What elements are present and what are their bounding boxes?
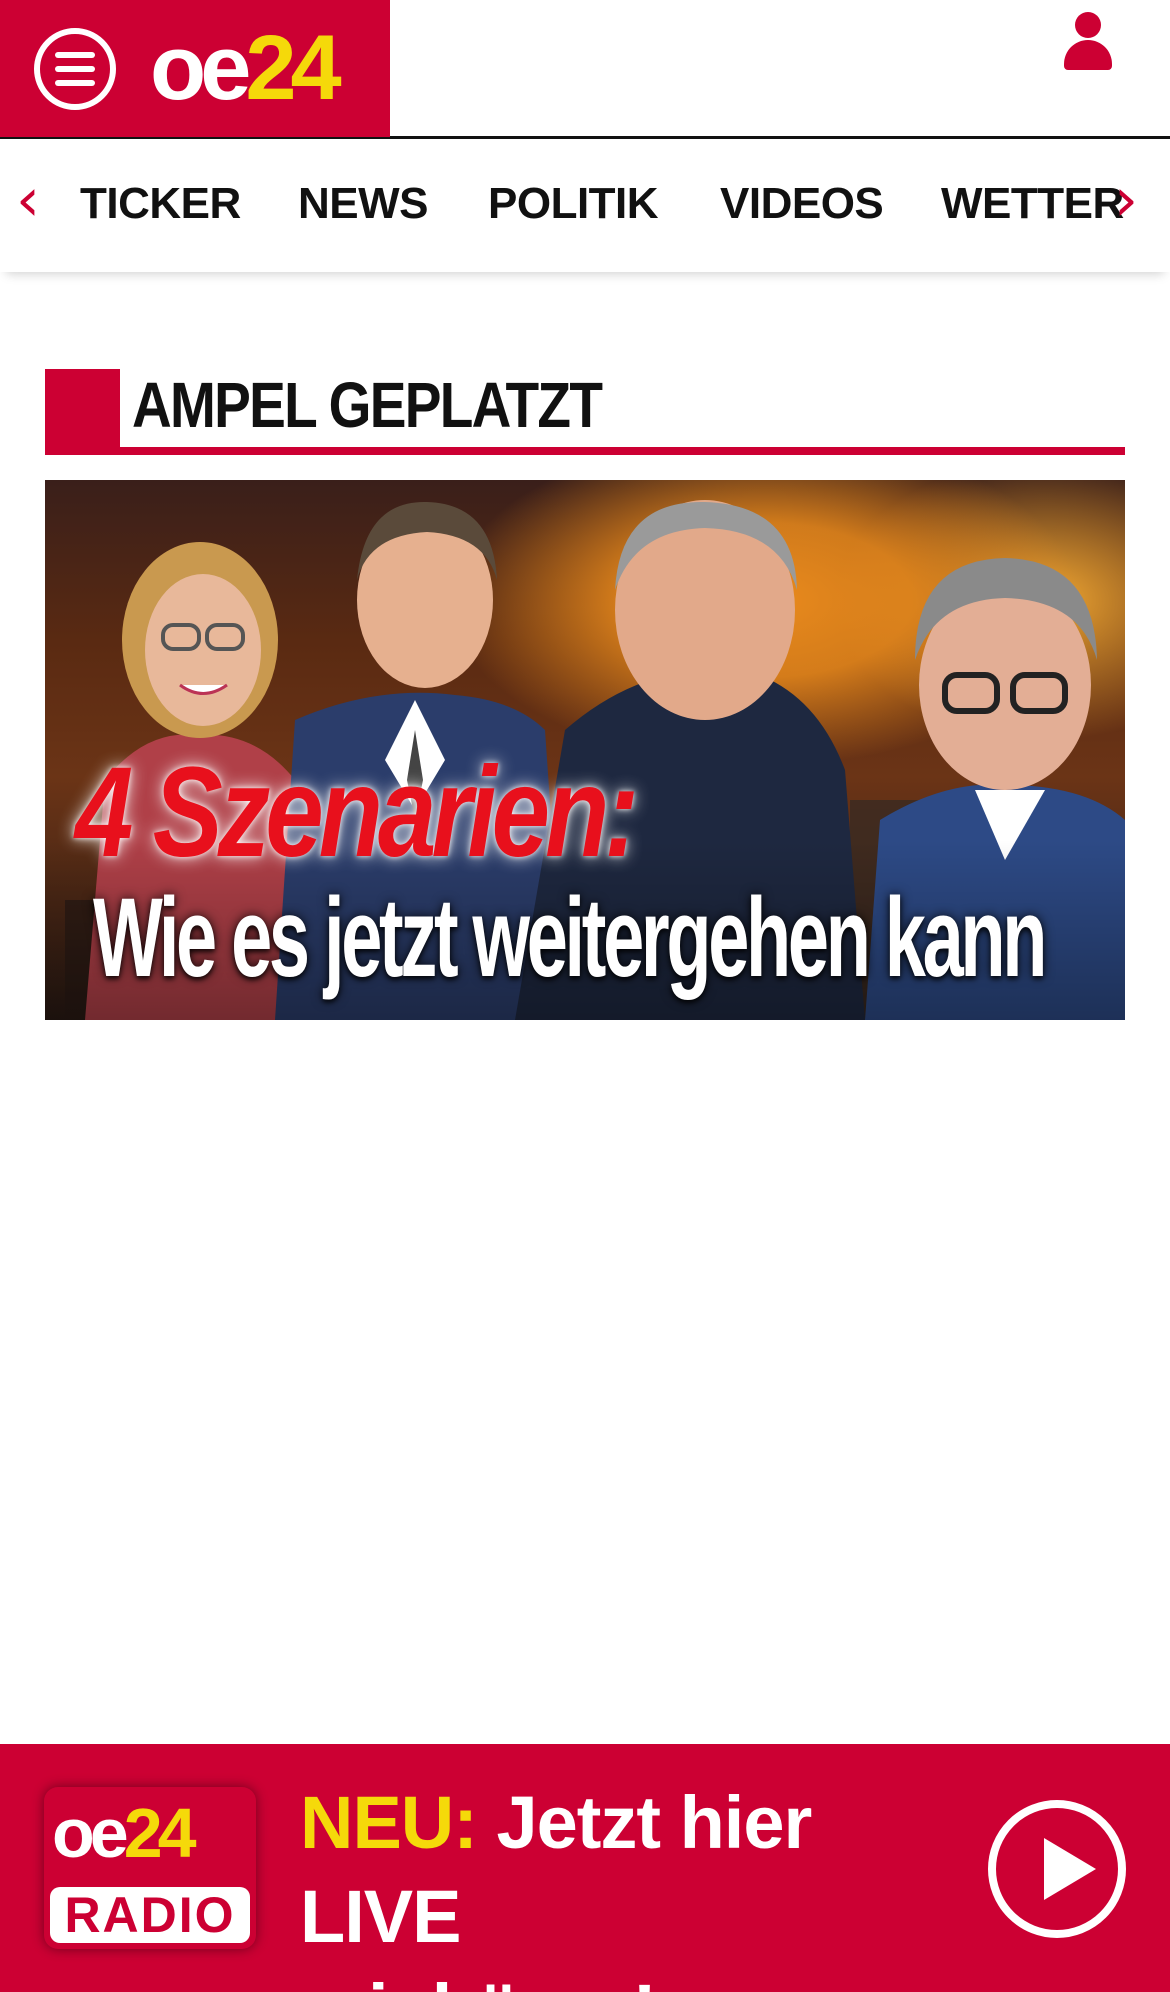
- site-logo[interactable]: oe24: [150, 18, 342, 118]
- radio-logo: oe24 RADIO: [44, 1787, 256, 1949]
- section-heading: AMPEL GEPLATZT: [45, 369, 1125, 455]
- nav-item-ticker[interactable]: TICKER: [80, 178, 241, 230]
- radio-banner[interactable]: oe24 RADIO NEU: Jetzt hier LIVE reinhöre…: [0, 1744, 1170, 1992]
- section-underline: [45, 447, 1125, 455]
- hero-headline-line1: 4 Szenarien:: [75, 741, 639, 884]
- site-header: oe24: [0, 0, 1170, 139]
- chevron-left-icon[interactable]: ‹: [16, 170, 40, 230]
- radio-neu-label: NEU:: [300, 1781, 478, 1864]
- chevron-right-icon[interactable]: ›: [1114, 170, 1138, 230]
- play-icon[interactable]: [988, 1800, 1126, 1938]
- hero-headline-line2: Wie es jetzt weitergehen kann: [93, 875, 1047, 1000]
- section-marker: [45, 369, 120, 455]
- hero-teaser-image[interactable]: 4 Szenarien: Wie es jetzt weitergehen ka…: [45, 480, 1125, 1020]
- radio-text-line2: LIVE reinhören!: [300, 1875, 657, 1992]
- radio-logo-label: RADIO: [50, 1887, 250, 1943]
- nav-item-wetter[interactable]: WETTER: [941, 178, 1124, 230]
- radio-banner-text: NEU: Jetzt hier LIVE reinhören!: [300, 1776, 820, 1992]
- user-icon[interactable]: [1062, 12, 1114, 70]
- category-nav: ‹ TICKER NEWS POLITIK VIDEOS WETTER ›: [0, 142, 1170, 272]
- nav-item-politik[interactable]: POLITIK: [488, 178, 659, 230]
- nav-item-videos[interactable]: VIDEOS: [720, 178, 884, 230]
- hamburger-menu-icon[interactable]: [34, 28, 116, 110]
- nav-item-news[interactable]: NEWS: [298, 178, 429, 230]
- brand-block: oe24: [0, 0, 390, 137]
- radio-text-line1: Jetzt hier: [496, 1781, 812, 1864]
- section-title[interactable]: AMPEL GEPLATZT: [132, 369, 603, 441]
